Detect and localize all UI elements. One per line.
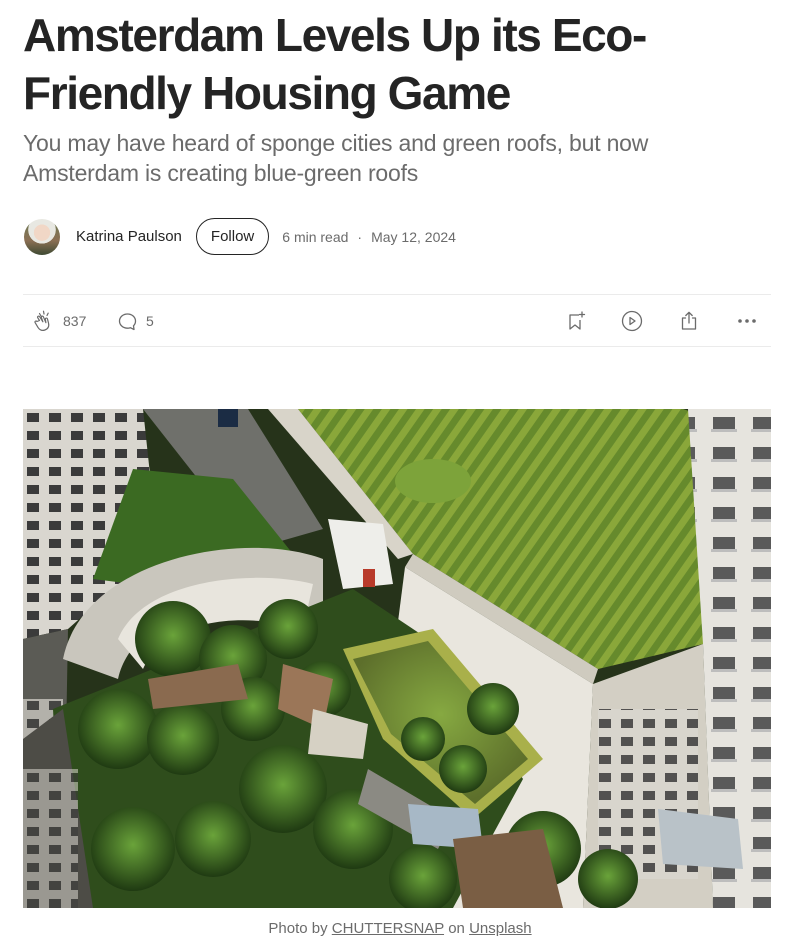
read-time: 6 min read bbox=[282, 228, 349, 245]
meta-separator: · bbox=[357, 228, 363, 245]
share-icon bbox=[677, 309, 701, 333]
byline: Katrina Paulson Follow 6 min read · May … bbox=[24, 218, 724, 255]
responses-button[interactable]: 5 bbox=[116, 295, 154, 346]
hero-image bbox=[23, 409, 771, 908]
clap-count: 837 bbox=[63, 312, 87, 329]
clap-button[interactable]: 837 bbox=[33, 295, 86, 346]
image-caption: Photo by CHUTTERSNAP on Unsplash bbox=[0, 920, 800, 937]
caption-prefix: Photo by bbox=[268, 920, 328, 937]
listen-button[interactable] bbox=[620, 295, 644, 346]
response-count: 5 bbox=[146, 312, 154, 329]
caption-middle: on bbox=[448, 920, 465, 937]
publish-date: May 12, 2024 bbox=[371, 228, 456, 245]
share-button[interactable] bbox=[677, 295, 701, 346]
bookmark-button[interactable] bbox=[563, 295, 587, 346]
author-name[interactable]: Katrina Paulson bbox=[76, 228, 182, 245]
article-title: Amsterdam Levels Up its Eco-Friendly Hou… bbox=[23, 9, 647, 119]
article-meta: 6 min read · May 12, 2024 bbox=[282, 229, 456, 245]
clap-icon bbox=[33, 309, 57, 333]
rooftop-garden-photo bbox=[23, 409, 771, 908]
unsplash-link[interactable]: Unsplash bbox=[469, 920, 532, 937]
more-icon bbox=[735, 309, 759, 333]
comment-icon bbox=[116, 309, 140, 333]
article-subtitle: You may have heard of sponge cities and … bbox=[23, 130, 649, 186]
follow-button[interactable]: Follow bbox=[195, 218, 270, 255]
play-icon bbox=[620, 309, 644, 333]
bookmark-add-icon bbox=[563, 309, 587, 333]
author-avatar[interactable] bbox=[24, 218, 60, 255]
action-bar: 837 5 bbox=[23, 294, 771, 347]
photographer-link[interactable]: CHUTTERSNAP bbox=[332, 920, 444, 937]
more-button[interactable] bbox=[735, 295, 759, 346]
